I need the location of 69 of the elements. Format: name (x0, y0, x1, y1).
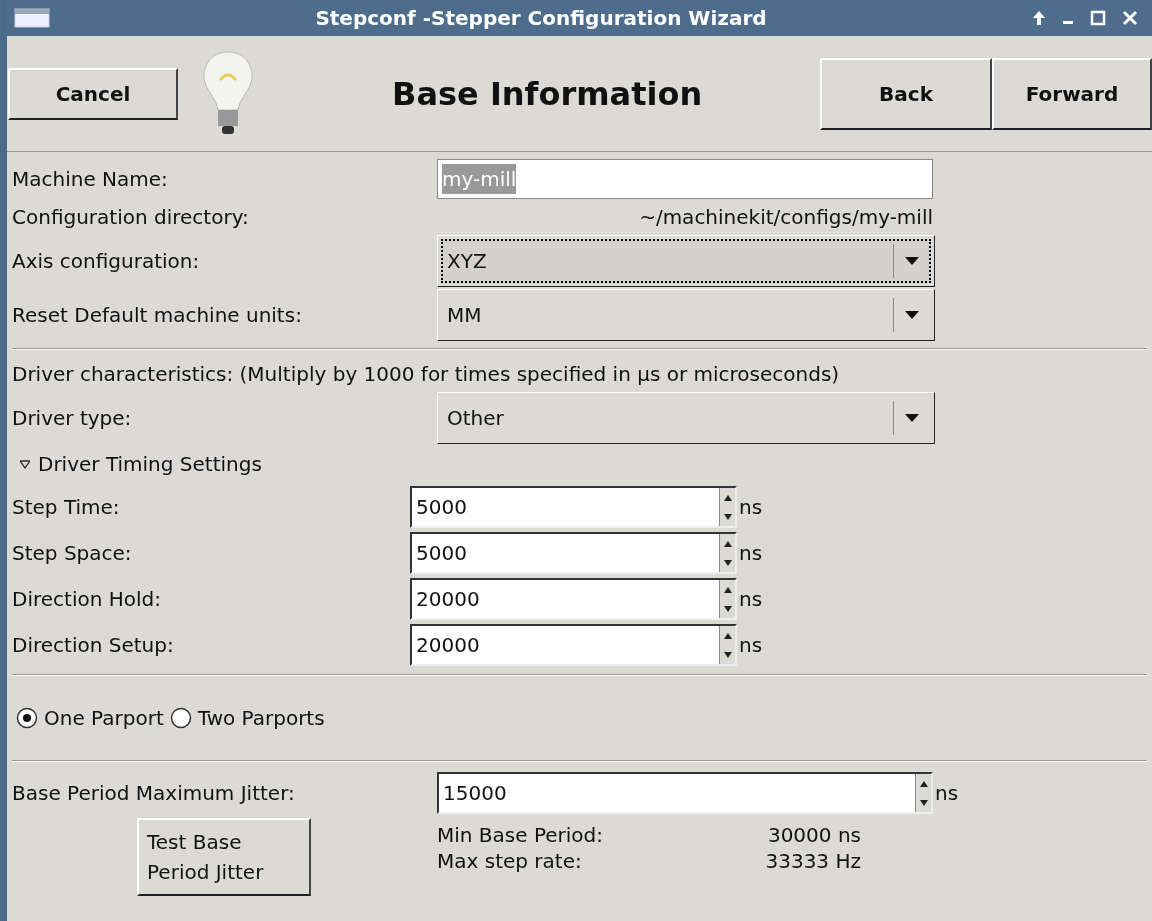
dropdown-value: Other (446, 405, 505, 432)
up-arrow-icon[interactable] (1032, 10, 1046, 26)
spin-buttons[interactable] (719, 488, 735, 526)
dropdown-arrow-icon (904, 311, 919, 319)
field-label: Step Space: (12, 540, 133, 567)
close-icon[interactable] (1122, 10, 1138, 26)
radio-option[interactable]: One Parport (16, 703, 164, 733)
dropdown[interactable]: Other (437, 392, 935, 444)
up-arrow-icon (723, 494, 732, 501)
field-value: 20000 (415, 586, 481, 613)
dropdown-arrow-icon (904, 414, 919, 422)
field-label: Machine Name: (12, 166, 169, 193)
down-arrow-icon (723, 559, 732, 566)
field-label: Direction Setup: (12, 632, 175, 659)
forward-button[interactable]: Forward (992, 57, 1152, 130)
field-label: Axis configuration: (12, 248, 201, 275)
maximize-icon[interactable] (1090, 10, 1106, 26)
dropdown[interactable]: MM (437, 289, 935, 341)
page-heading: Base Information (392, 73, 704, 115)
timing-expander[interactable]: Driver Timing Settings (20, 444, 262, 484)
test-jitter-button[interactable]: Test Base Period Jitter (137, 818, 311, 896)
dropdown-value: XYZ (446, 248, 488, 275)
up-arrow-icon (723, 586, 732, 593)
field-value: 15000 (442, 780, 508, 807)
radio-option[interactable]: Two Parports (169, 703, 325, 733)
up-arrow-icon (723, 632, 732, 639)
result-label: Max step rate: (437, 848, 583, 874)
dropdown[interactable]: XYZ (437, 235, 935, 287)
number-field[interactable]: 20000 (410, 624, 737, 666)
number-field[interactable]: 20000 (410, 578, 737, 620)
result-label: Min Base Period: (437, 822, 604, 848)
field-value: my-mill (442, 164, 517, 194)
result-value: 33333 Hz (764, 848, 861, 874)
field-label: Direction Hold: (12, 586, 162, 613)
dropdown-arrow-icon (904, 257, 919, 265)
field-value: 5000 (415, 540, 468, 567)
up-arrow-icon (919, 780, 928, 787)
unit-label: ns (739, 632, 763, 659)
window-title: Stepconf -Stepper Configuration Wizard (314, 5, 768, 32)
down-arrow-icon (723, 513, 732, 520)
directory-path: ~/machinekit/configs/my-mill (638, 204, 933, 231)
down-arrow-icon (723, 651, 732, 658)
field-label: Configuration directory: (12, 204, 250, 231)
field-label: Reset Default machine units: (12, 302, 303, 329)
number-field[interactable]: 5000 (410, 532, 737, 574)
field-value: 5000 (415, 494, 468, 521)
down-arrow-icon (723, 605, 732, 612)
field-label: Driver type: (12, 405, 133, 432)
field-value: 20000 (415, 632, 481, 659)
unit-label: ns (739, 586, 763, 613)
unit-label: ns (739, 540, 763, 567)
expander-icon (20, 459, 30, 469)
unit-label: ns (739, 494, 763, 521)
spin-buttons[interactable] (915, 774, 931, 812)
back-button[interactable]: Back (820, 57, 992, 130)
unit-label: ns (935, 780, 959, 807)
cancel-button[interactable]: Cancel (8, 67, 178, 120)
driver-note: Driver characteristics: (Multiply by 1000 for times specified in µs or microseconds) (12, 361, 841, 388)
number-field[interactable]: 15000 (437, 772, 933, 814)
down-arrow-icon (919, 799, 928, 806)
up-arrow-icon (723, 540, 732, 547)
spin-buttons[interactable] (719, 626, 735, 664)
spin-buttons[interactable] (719, 580, 735, 618)
field-label: Base Period Maximum Jitter: (12, 780, 296, 807)
number-field[interactable]: 5000 (410, 486, 737, 528)
spin-buttons[interactable] (719, 534, 735, 572)
result-value: 30000 ns (766, 822, 861, 848)
field-label: Step Time: (12, 494, 121, 521)
dropdown-value: MM (446, 302, 483, 329)
